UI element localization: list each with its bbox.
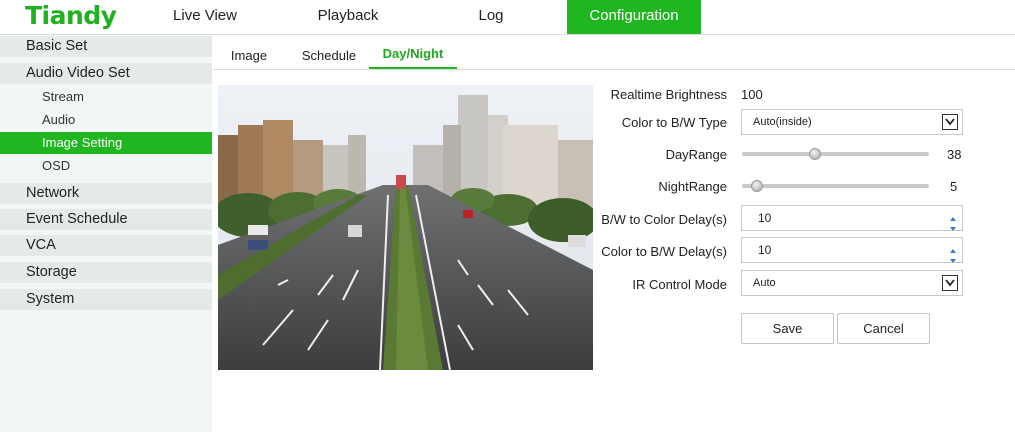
chevron-down-icon[interactable]: [942, 275, 958, 291]
top-navigation-bar: Tiandy Live View Playback Log Configurat…: [0, 0, 1015, 35]
bw-to-color-delay-input[interactable]: 10: [741, 205, 963, 231]
sidebar-item-audio[interactable]: Audio: [0, 109, 212, 131]
night-range-track: [742, 184, 929, 188]
color-to-bw-delay-input[interactable]: 10: [741, 237, 963, 263]
day-range-slider[interactable]: [742, 148, 929, 160]
sidebar-item-system[interactable]: System: [0, 289, 212, 310]
spin-up-icon[interactable]: [948, 240, 958, 253]
spin-up-icon[interactable]: [948, 208, 958, 221]
sidebar-item-storage[interactable]: Storage: [0, 262, 212, 283]
color-to-bw-delay-value: 10: [758, 243, 772, 257]
sidebar-item-basic-set[interactable]: Basic Set: [0, 36, 212, 57]
tab-schedule[interactable]: Schedule: [293, 37, 365, 68]
sidebar-item-event-schedule[interactable]: Event Schedule: [0, 209, 212, 230]
nav-playback[interactable]: Playback: [293, 0, 403, 34]
realtime-brightness-value: 100: [741, 87, 763, 102]
chevron-down-icon[interactable]: [942, 114, 958, 130]
cancel-button[interactable]: Cancel: [837, 313, 930, 344]
sidebar-item-network[interactable]: Network: [0, 183, 212, 204]
bw-to-color-delay-value: 10: [758, 211, 772, 225]
sidebar-item-stream[interactable]: Stream: [0, 86, 212, 108]
realtime-brightness-label: Realtime Brightness: [610, 87, 727, 102]
street-scene-image: [218, 85, 593, 370]
sub-tabs: Image Schedule Day/Night: [213, 37, 1015, 70]
sidebar-item-audio-video-set[interactable]: Audio Video Set: [0, 63, 212, 84]
ir-control-mode-value: Auto: [753, 277, 776, 289]
nav-configuration[interactable]: Configuration: [567, 0, 701, 34]
spin-down-icon[interactable]: [948, 250, 958, 263]
tab-day-night[interactable]: Day/Night: [369, 37, 457, 69]
day-range-track: [742, 152, 929, 156]
night-range-slider[interactable]: [742, 180, 929, 192]
nav-log[interactable]: Log: [436, 0, 546, 34]
sidebar-item-osd[interactable]: OSD: [0, 155, 212, 177]
ir-control-mode-select[interactable]: Auto: [741, 270, 963, 296]
day-range-thumb[interactable]: [808, 148, 821, 160]
tab-image[interactable]: Image: [221, 37, 277, 68]
tiandy-logo: Tiandy: [25, 1, 117, 30]
night-range-value: 5: [950, 179, 958, 194]
color-to-bw-type-label: Color to B/W Type: [621, 115, 727, 130]
night-range-label: NightRange: [658, 179, 727, 194]
bw-to-color-delay-label: B/W to Color Delay(s): [601, 212, 727, 227]
day-range-label: DayRange: [665, 147, 727, 162]
color-to-bw-type-value: Auto(inside): [753, 116, 812, 128]
live-preview-image: [218, 85, 593, 370]
color-to-bw-type-select[interactable]: Auto(inside): [741, 109, 963, 135]
nav-live-view[interactable]: Live View: [150, 0, 260, 34]
sidebar-item-image-setting[interactable]: Image Setting: [0, 132, 212, 154]
sidebar-item-vca[interactable]: VCA: [0, 235, 212, 256]
color-to-bw-delay-label: Color to B/W Delay(s): [601, 244, 727, 259]
sidebar: Basic Set Audio Video Set Stream Audio I…: [0, 35, 212, 432]
spin-down-icon[interactable]: [948, 218, 958, 231]
night-range-thumb[interactable]: [750, 180, 763, 192]
save-button[interactable]: Save: [741, 313, 834, 344]
ir-control-mode-label: IR Control Mode: [632, 277, 727, 292]
day-range-value: 38: [947, 147, 962, 162]
